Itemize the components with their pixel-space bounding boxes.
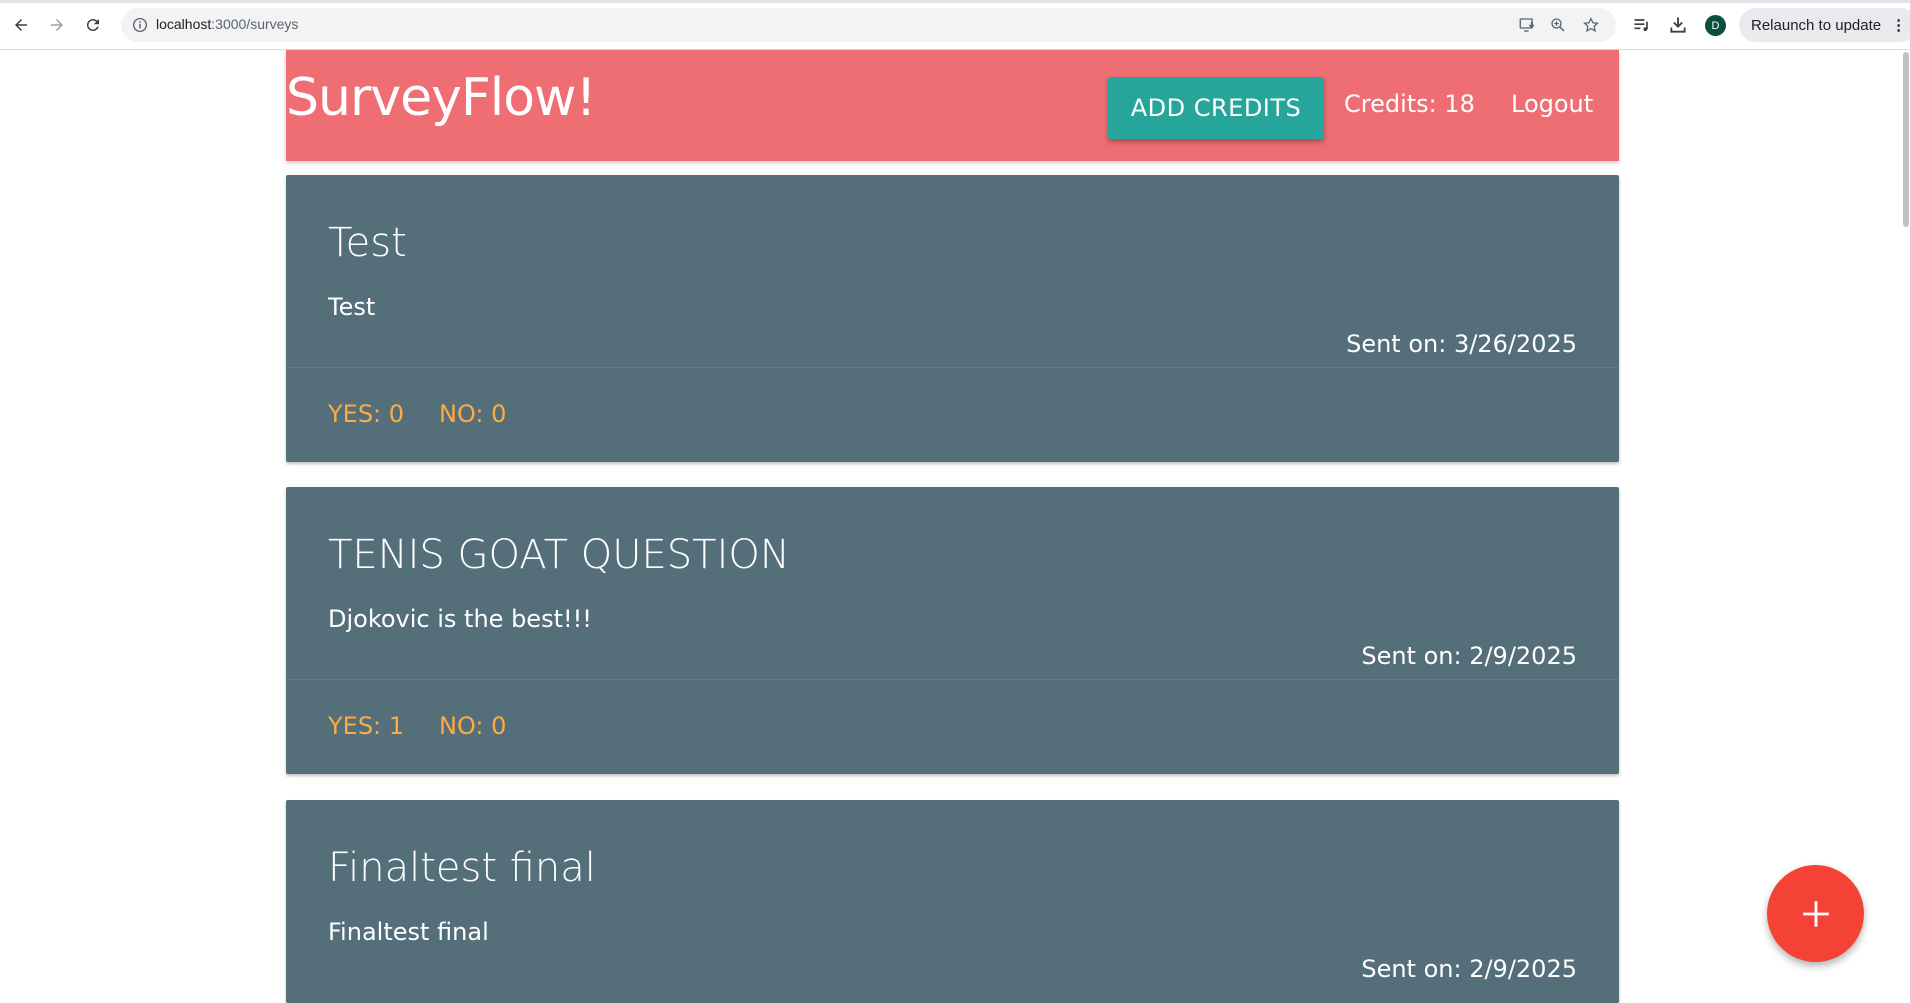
reload-button[interactable] <box>79 11 107 39</box>
survey-body: Djokovic is the best!!! <box>328 605 592 633</box>
arrow-right-icon <box>51 19 63 31</box>
survey-title: TENIS GOAT QUESTION <box>328 532 790 578</box>
download-icon[interactable] <box>1668 15 1688 35</box>
no-count-link[interactable]: NO: 0 <box>439 400 506 428</box>
survey-title: Finaltest final <box>328 845 596 891</box>
url-text: localhost:3000/surveys <box>156 16 298 32</box>
address-bar[interactable]: localhost:3000/surveys <box>121 8 1616 42</box>
kebab-menu-icon[interactable]: ⋮ <box>1891 16 1906 34</box>
forward-button[interactable] <box>43 11 71 39</box>
card-content: Finaltest final Finaltest final Sent on:… <box>286 800 1619 992</box>
plus-icon <box>1802 900 1829 927</box>
add-credits-button[interactable]: ADD CREDITS <box>1108 77 1324 139</box>
survey-sent-date: Sent on: 2/9/2025 <box>1361 642 1577 670</box>
reload-icon <box>86 19 99 32</box>
arrow-left-icon <box>15 19 27 31</box>
survey-sent-date: Sent on: 3/26/2025 <box>1346 330 1577 358</box>
survey-body: Test <box>328 293 376 321</box>
no-count-link[interactable]: NO: 0 <box>439 712 506 740</box>
yes-count-link[interactable]: YES: 0 <box>328 400 404 428</box>
url-host: localhost <box>156 16 212 32</box>
app-navbar: SurveyFlow! ADD CREDITS Credits: 18 Logo… <box>286 50 1619 161</box>
survey-card: Finaltest final Finaltest final Sent on:… <box>286 800 1619 1003</box>
tab-strip <box>0 0 1910 3</box>
back-button[interactable] <box>7 11 35 39</box>
card-action: YES: 1 NO: 0 <box>286 680 1619 774</box>
install-app-icon[interactable] <box>1518 16 1536 34</box>
zoom-icon[interactable] <box>1549 16 1567 34</box>
survey-card: Test Test Sent on: 3/26/2025 YES: 0 NO: … <box>286 175 1619 462</box>
brand-logo[interactable]: SurveyFlow! <box>286 68 596 128</box>
relaunch-label: Relaunch to update <box>1751 16 1882 34</box>
card-content: Test Test Sent on: 3/26/2025 <box>286 175 1619 368</box>
relaunch-button[interactable]: Relaunch to update ⋮ <box>1739 8 1910 42</box>
url-path: :3000/surveys <box>211 16 299 32</box>
yes-count-link[interactable]: YES: 1 <box>328 712 404 740</box>
survey-title: Test <box>328 220 407 266</box>
card-action: YES: 0 NO: 0 <box>286 368 1619 462</box>
bookmark-star-icon[interactable] <box>1582 16 1600 34</box>
browser-toolbar: localhost:3000/surveys D Relaunch to upd… <box>0 0 1910 50</box>
card-content: TENIS GOAT QUESTION Djokovic is the best… <box>286 487 1619 680</box>
new-survey-button[interactable] <box>1767 865 1864 962</box>
survey-card: TENIS GOAT QUESTION Djokovic is the best… <box>286 487 1619 774</box>
scrollbar-thumb[interactable] <box>1903 52 1909 227</box>
survey-sent-date: Sent on: 2/9/2025 <box>1361 955 1577 983</box>
credits-count: Credits: 18 <box>1344 90 1475 118</box>
media-controls-icon[interactable] <box>1632 15 1652 35</box>
logout-link[interactable]: Logout <box>1511 90 1593 118</box>
page-scrollbar[interactable] <box>1902 50 1910 1003</box>
survey-body: Finaltest final <box>328 918 489 946</box>
profile-avatar[interactable]: D <box>1705 15 1726 36</box>
site-info-icon[interactable] <box>131 16 149 34</box>
